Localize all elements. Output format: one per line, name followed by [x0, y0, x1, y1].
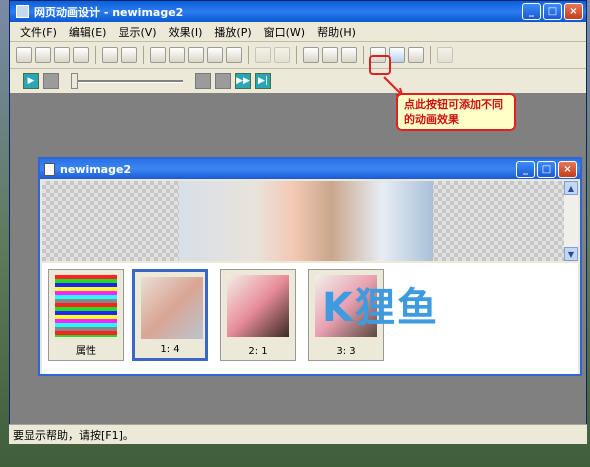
toolbar-separator	[248, 46, 249, 64]
scroll-down-icon[interactable]: ▼	[564, 247, 578, 261]
cut-icon[interactable]	[150, 47, 166, 63]
frame-thumbnail	[141, 277, 203, 339]
stop-button[interactable]	[43, 73, 59, 89]
fast-forward-icon[interactable]: ▶▶	[235, 73, 251, 89]
import-icon[interactable]	[102, 47, 118, 63]
image-canvas[interactable]	[42, 181, 570, 261]
frame-1[interactable]: 1: 4	[132, 269, 208, 361]
frame-2[interactable]: 2: 1	[220, 269, 296, 361]
save-as-icon[interactable]	[73, 47, 89, 63]
frame-caption: 2: 1	[248, 346, 268, 357]
main-photo	[179, 181, 433, 261]
callout-note: 点此按钮可添加不同的动画效果	[396, 93, 516, 131]
highlight-ring	[369, 55, 391, 75]
toolbar-separator	[296, 46, 297, 64]
timeline-slider[interactable]	[71, 73, 183, 89]
child-minimize-button[interactable]: _	[516, 160, 535, 178]
vertical-scrollbar[interactable]: ▲ ▼	[564, 181, 578, 261]
toolbar-separator	[430, 46, 431, 64]
frame-properties[interactable]: 属性	[48, 269, 124, 361]
menu-help[interactable]: 帮助(H)	[311, 24, 362, 40]
watermark-logo: K狸鱼	[322, 285, 439, 331]
paste-icon[interactable]	[188, 47, 204, 63]
child-title: newimage2	[60, 162, 132, 176]
play-button[interactable]: ▶	[23, 73, 39, 89]
status-text: 要显示帮助，请按[F1]。	[13, 428, 134, 442]
menu-window[interactable]: 窗口(W)	[258, 24, 311, 40]
menu-play[interactable]: 播放(P)	[208, 24, 257, 40]
new-icon[interactable]	[16, 47, 32, 63]
menu-file[interactable]: 文件(F)	[14, 24, 63, 40]
next-frame-button[interactable]	[215, 73, 231, 89]
frame-thumbnail	[227, 275, 289, 337]
scroll-up-icon[interactable]: ▲	[564, 181, 578, 195]
child-titlebar[interactable]: newimage2 _ □ ×	[40, 159, 580, 179]
export-icon[interactable]	[121, 47, 137, 63]
toolbar-separator	[143, 46, 144, 64]
menu-effects[interactable]: 效果(I)	[163, 24, 209, 40]
save-icon[interactable]	[54, 47, 70, 63]
menu-edit[interactable]: 编辑(E)	[63, 24, 113, 40]
redo-icon[interactable]	[274, 47, 290, 63]
slider-thumb[interactable]	[71, 73, 78, 89]
child-window: newimage2 _ □ × ▲ ▼ 属性 1: 4 2: 1 3: 3 K狸…	[38, 157, 582, 376]
text-effect-icon[interactable]	[408, 47, 424, 63]
minimize-button[interactable]: _	[522, 3, 541, 20]
undo-icon[interactable]	[255, 47, 271, 63]
document-icon	[44, 162, 55, 176]
app-titlebar[interactable]: 网页动画设计 - newimage2 _ □ ×	[10, 1, 586, 22]
main-toolbar	[10, 42, 586, 69]
copy-icon[interactable]	[169, 47, 185, 63]
animation-effect-icon[interactable]	[389, 47, 405, 63]
properties-icon[interactable]	[303, 47, 319, 63]
slider-track	[71, 80, 183, 83]
frame-caption: 属性	[76, 346, 96, 357]
frame-caption: 3: 3	[336, 346, 356, 357]
playback-toolbar: ▶ ▶▶ ▶|	[10, 69, 586, 94]
list-icon[interactable]	[322, 47, 338, 63]
toolbar-separator	[363, 46, 364, 64]
close-button[interactable]: ×	[564, 3, 583, 20]
prev-frame-button[interactable]	[195, 73, 211, 89]
menu-view[interactable]: 显示(V)	[112, 24, 162, 40]
open-icon[interactable]	[35, 47, 51, 63]
child-close-button[interactable]: ×	[558, 160, 577, 178]
app-title: 网页动画设计 - newimage2	[34, 5, 184, 19]
menu-bar: 文件(F) 编辑(E) 显示(V) 效果(I) 播放(P) 窗口(W) 帮助(H…	[10, 22, 586, 42]
skip-end-icon[interactable]: ▶|	[255, 73, 271, 89]
erase-icon[interactable]	[207, 47, 223, 63]
frame-icon[interactable]	[341, 47, 357, 63]
pen-icon[interactable]	[437, 47, 453, 63]
app-icon	[16, 5, 29, 18]
toolbar-separator	[95, 46, 96, 64]
frame-caption: 1: 4	[160, 344, 180, 355]
status-bar: 要显示帮助，请按[F1]。	[9, 424, 587, 444]
duplicate-icon[interactable]	[226, 47, 242, 63]
frame-strip: 属性 1: 4 2: 1 3: 3 K狸鱼	[42, 263, 578, 374]
child-maximize-button[interactable]: □	[537, 160, 556, 178]
palette-thumbnail	[55, 275, 117, 337]
maximize-button[interactable]: □	[543, 3, 562, 20]
